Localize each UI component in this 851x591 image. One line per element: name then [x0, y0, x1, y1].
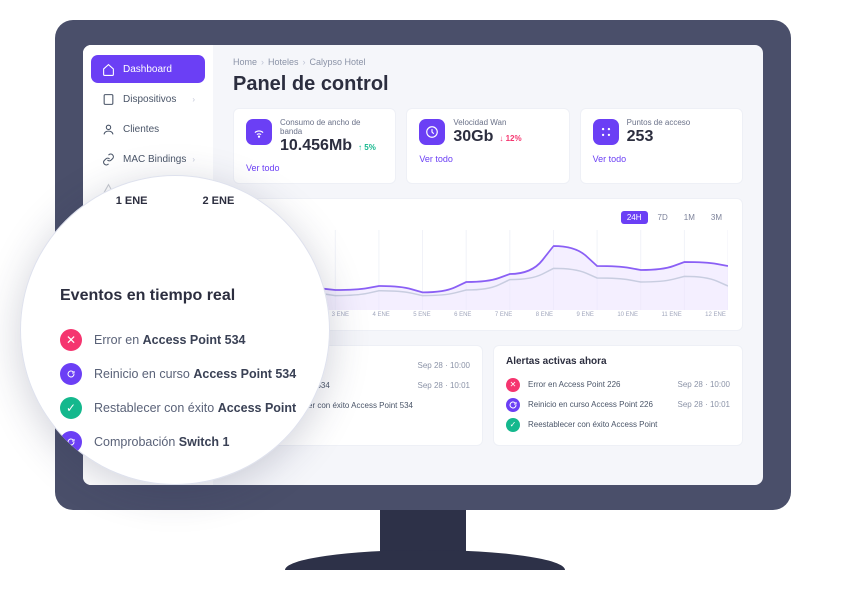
magnified-dates: 1 ENE 2 ENE [20, 195, 330, 207]
sidebar-item-label: MAC Bindings [123, 154, 192, 165]
chart-tab-1m[interactable]: 1M [678, 211, 701, 224]
alert-time: Sep 28 · 10:01 [418, 381, 470, 390]
crumb[interactable]: Calypso Hotel [310, 57, 366, 67]
event-text: Restablecer con éxito Access Point [94, 401, 296, 415]
magnified-event-item[interactable]: ✓ Restablecer con éxito Access Point [60, 391, 310, 425]
sync-icon [506, 398, 520, 412]
sidebar-item-label: Clientes [123, 124, 195, 135]
user-icon [101, 122, 115, 136]
xaxis-tick: 11 ENE [661, 312, 681, 318]
xaxis-tick: 12 ENE [705, 312, 726, 318]
event-text: Reinicio en curso Access Point 534 [94, 367, 296, 381]
event-text: Comprobación Switch 1 [94, 435, 229, 449]
stat-card-bandwidth: Consumo de ancho de banda 10.456Mb ↑ 5% V… [233, 108, 396, 184]
alert-card-right: Alertas activas ahora ✕ Error en Access Po… [493, 345, 743, 446]
xaxis-tick: 10 ENE [617, 312, 638, 318]
chart-range-tabs: 24H 7D 1M 3M [248, 211, 728, 224]
sidebar-item-mac-bindings[interactable]: MAC Bindings › [91, 145, 205, 173]
xaxis-tick: 9 ENE [577, 312, 594, 318]
breadcrumb: Home›Hoteles›Calypso Hotel [233, 57, 743, 67]
stat-value: 253 [627, 128, 654, 146]
link-icon [101, 152, 115, 166]
xaxis-tick: 5 ENE [413, 312, 430, 318]
home-icon [101, 62, 115, 76]
stat-label: Consumo de ancho de banda [280, 119, 383, 137]
xaxis-tick: 3 ENE [332, 312, 349, 318]
event-text: Error en Access Point 534 [94, 333, 245, 347]
magnified-overlay: 1 ENE 2 ENE Eventos en tiempo real ✕ Erro… [20, 175, 330, 485]
date-label: 1 ENE [116, 195, 148, 207]
crumb[interactable]: Home [233, 57, 257, 67]
stat-label: Puntos de acceso [627, 119, 730, 128]
chart-tab-24h[interactable]: 24H [621, 211, 648, 224]
crumb[interactable]: Hoteles [268, 57, 299, 67]
magnified-event-item[interactable]: ✕ Error en Access Point 534 [60, 323, 310, 357]
chart-tab-3m[interactable]: 3M [705, 211, 728, 224]
ok-icon: ✓ [506, 418, 520, 432]
speed-icon [419, 119, 445, 145]
chart-tab-7d[interactable]: 7D [652, 211, 674, 224]
alert-title: Alertas activas ahora [506, 356, 730, 367]
sidebar-item-label: Dashboard [123, 64, 195, 75]
alert-time: Sep 28 · 10:00 [418, 361, 470, 370]
stat-label: Velocidad Wan [453, 119, 556, 128]
date-label: 2 ENE [203, 195, 235, 207]
sync-icon [60, 363, 82, 385]
err-icon: ✕ [60, 329, 82, 351]
err-icon: ✕ [506, 378, 520, 392]
sidebar-item-label: Dispositivos [123, 94, 192, 105]
page-title: Panel de control [233, 73, 743, 96]
stat-value: 30Gb [453, 128, 493, 146]
stat-card-wan: Velocidad Wan 30Gb ↓ 12% Ver todo [406, 108, 569, 184]
view-all-link[interactable]: Ver todo [593, 154, 730, 164]
stat-change: ↓ 12% [499, 134, 521, 143]
alert-text: Reestablecer con éxito Access Point [528, 420, 722, 429]
sidebar-item-clientes[interactable]: Clientes [91, 115, 205, 143]
stat-change: ↑ 5% [358, 143, 376, 152]
stats-row: Consumo de ancho de banda 10.456Mb ↑ 5% V… [233, 108, 743, 184]
view-all-link[interactable]: Ver todo [419, 154, 556, 164]
alert-time: Sep 28 · 10:00 [678, 380, 730, 389]
alert-item[interactable]: ✓ Reestablecer con éxito Access Point [506, 415, 730, 435]
alert-time: Sep 28 · 10:01 [678, 400, 730, 409]
sidebar-item-dashboard[interactable]: Dashboard [91, 55, 205, 83]
device-icon [101, 92, 115, 106]
stat-card-aps: Puntos de acceso 253 Ver todo [580, 108, 743, 184]
alert-item[interactable]: Reinicio en curso Access Point 226 Sep 28… [506, 395, 730, 415]
magnified-title: Eventos en tiempo real [60, 287, 310, 305]
alert-item[interactable]: ✕ Error en Access Point 226 Sep 28 · 10:00 [506, 375, 730, 395]
ok-icon: ✓ [60, 397, 82, 419]
sidebar-item-dispositivos[interactable]: Dispositivos › [91, 85, 205, 113]
xaxis-tick: 4 ENE [372, 312, 389, 318]
xaxis-tick: 8 ENE [536, 312, 553, 318]
grid-icon [593, 119, 619, 145]
stat-value: 10.456Mb [280, 137, 352, 155]
xaxis-tick: 7 ENE [495, 312, 512, 318]
chevron-right-icon: › [192, 155, 195, 164]
chevron-right-icon: › [192, 95, 195, 104]
magnified-event-item[interactable]: Reinicio en curso Access Point 534 [60, 357, 310, 391]
wifi-icon [246, 119, 272, 145]
alert-text: Error en Access Point 226 [528, 380, 670, 389]
alert-text: Reinicio en curso Access Point 226 [528, 400, 670, 409]
xaxis-tick: 6 ENE [454, 312, 471, 318]
view-all-link[interactable]: Ver todo [246, 163, 383, 173]
